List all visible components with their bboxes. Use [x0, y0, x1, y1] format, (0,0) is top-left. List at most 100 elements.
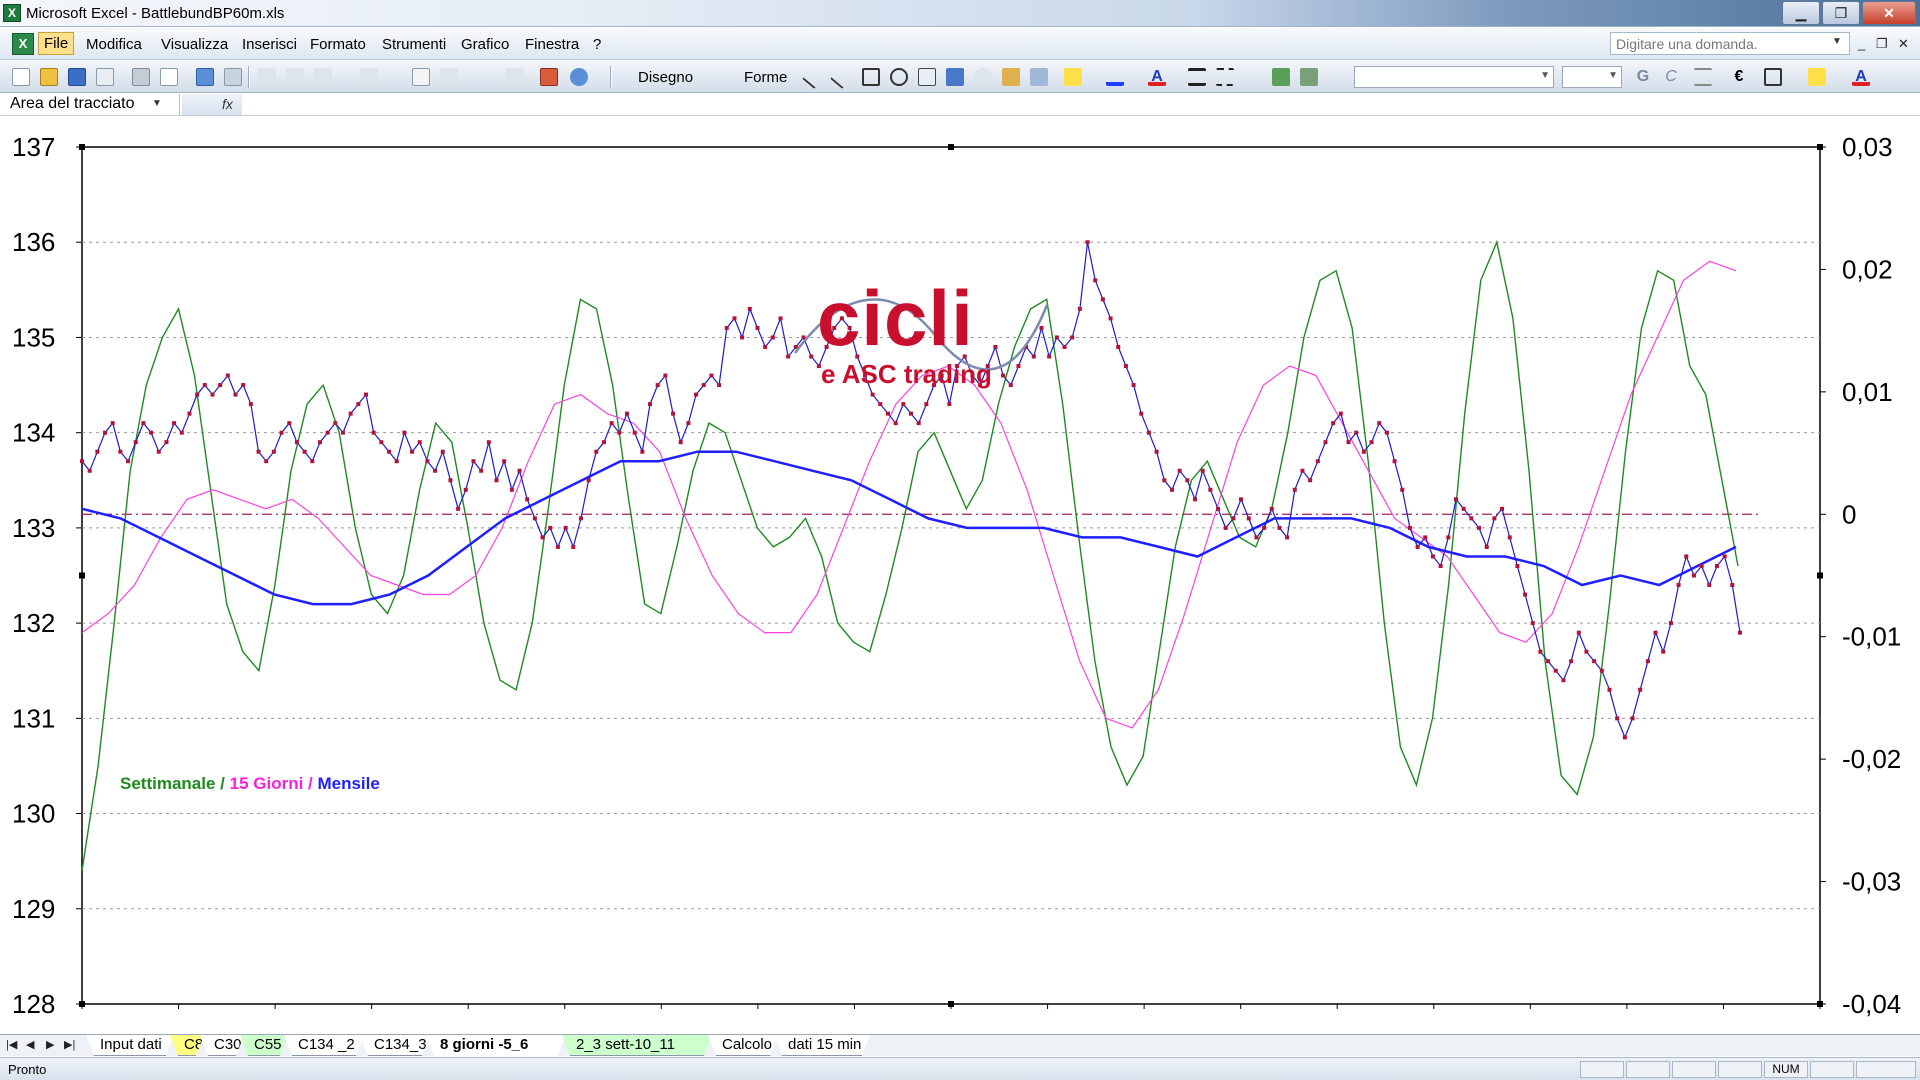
sheet-tab[interactable]: Input dati: [86, 1035, 174, 1056]
sheet-tab[interactable]: C8: [170, 1035, 204, 1056]
clipart-icon[interactable]: [1002, 68, 1020, 86]
picture-icon[interactable]: [1030, 68, 1048, 86]
ask-question-input[interactable]: Digitare una domanda.: [1610, 32, 1850, 55]
bold-icon[interactable]: G: [1634, 68, 1652, 86]
print-icon[interactable]: [132, 68, 150, 86]
autosum-icon[interactable]: [440, 68, 458, 86]
chart-wizard-icon[interactable]: [540, 68, 558, 86]
sheet-tab[interactable]: C55: [240, 1035, 288, 1056]
minimize-button[interactable]: ▁: [1782, 1, 1820, 25]
font-color-icon[interactable]: A: [1148, 68, 1166, 86]
status-cell: [1856, 1061, 1916, 1078]
workbook-icon[interactable]: X: [12, 33, 34, 55]
maximize-button[interactable]: ❐: [1822, 1, 1860, 25]
chart-area[interactable]: 137 136 135 134 133 132 131 130 129 128 0,03 0,02 0,…: [0, 117, 1920, 1035]
3d-icon[interactable]: [1300, 68, 1318, 86]
select-arrow-icon[interactable]: [712, 68, 726, 86]
chevron-down-icon[interactable]: ▼: [152, 98, 162, 109]
menu-help[interactable]: ?: [589, 34, 605, 55]
align-icon[interactable]: [1694, 68, 1712, 86]
next-sheet-icon[interactable]: ▶: [46, 1038, 54, 1051]
font-name-select[interactable]: ▼: [1354, 66, 1554, 88]
prev-sheet-icon[interactable]: ◀: [26, 1038, 34, 1051]
fill-color-icon-2[interactable]: [1808, 68, 1826, 86]
paste-icon[interactable]: [314, 68, 332, 86]
menu-modifica[interactable]: Modifica: [82, 34, 146, 55]
close-button[interactable]: ✕: [1862, 1, 1916, 25]
rectangle-icon[interactable]: [862, 68, 880, 86]
font-color-icon-2[interactable]: A: [1852, 68, 1870, 86]
workbook-restore-button[interactable]: ❐: [1876, 36, 1888, 52]
status-cell: [1580, 1061, 1624, 1078]
italic-icon[interactable]: C: [1662, 68, 1680, 86]
price-point: [1193, 497, 1198, 502]
line-icon[interactable]: [802, 64, 826, 90]
y-left-tick-label: 135: [12, 322, 55, 352]
first-sheet-icon[interactable]: |◀: [6, 1038, 17, 1051]
price-point: [302, 449, 307, 454]
price-point: [1622, 735, 1627, 740]
fill-color-icon[interactable]: [1064, 68, 1082, 86]
font-size-select[interactable]: ▼: [1562, 66, 1622, 88]
open-icon[interactable]: [40, 68, 58, 86]
line-style-icon[interactable]: [1188, 68, 1206, 86]
sheet-tab[interactable]: C134 _2: [284, 1035, 364, 1056]
workbook-minimize-button[interactable]: _: [1858, 36, 1865, 51]
sheet-tab[interactable]: Calcolo: [708, 1035, 778, 1056]
undo-icon[interactable]: [360, 68, 378, 86]
price-point: [1377, 421, 1382, 426]
chevron-down-icon: ▼: [1540, 70, 1550, 81]
chevron-down-icon[interactable]: ▼: [1832, 36, 1842, 47]
price-point: [1430, 554, 1435, 559]
logo-subtext: e ASC trading: [821, 359, 992, 389]
permission-icon[interactable]: [96, 68, 114, 86]
menu-file[interactable]: File: [38, 32, 75, 55]
new-icon[interactable]: [12, 68, 30, 86]
line-color-icon[interactable]: [1106, 68, 1124, 86]
borders-icon[interactable]: [1764, 68, 1782, 86]
arrow-icon[interactable]: [830, 64, 854, 90]
dash-style-icon[interactable]: [1216, 68, 1234, 86]
help-icon[interactable]: [570, 68, 588, 86]
diagram-icon[interactable]: [974, 68, 992, 86]
menu-finestra[interactable]: Finestra: [521, 34, 583, 55]
menu-formato[interactable]: Formato: [306, 34, 370, 55]
price-point: [763, 344, 768, 349]
copy-icon[interactable]: [286, 68, 304, 86]
save-icon[interactable]: [68, 68, 86, 86]
sheet-tab[interactable]: 2_3 sett-10_11 Sett: [562, 1035, 712, 1056]
price-point: [486, 440, 491, 445]
last-sheet-icon[interactable]: ▶|: [64, 1038, 75, 1051]
oval-icon[interactable]: [890, 68, 908, 86]
sheet-tab[interactable]: dati 15 min: [774, 1035, 870, 1056]
arrow-style-icon[interactable]: [1244, 68, 1262, 86]
menu-visualizza[interactable]: Visualizza: [157, 34, 232, 55]
euro-icon[interactable]: €: [1730, 68, 1748, 86]
chart-svg[interactable]: 137 136 135 134 133 132 131 130 129 128 0,03 0,02 0,…: [0, 117, 1920, 1035]
price-point: [1185, 478, 1190, 483]
menu-inserisci[interactable]: Inserisci: [238, 34, 301, 55]
disegno-menu[interactable]: Disegno: [638, 69, 693, 86]
sheet-tab[interactable]: C134_3: [360, 1035, 430, 1056]
sheet-tab[interactable]: C30: [200, 1035, 244, 1056]
fx-icon[interactable]: fx: [222, 96, 233, 112]
wordart-icon[interactable]: [946, 68, 964, 86]
workbook-close-button[interactable]: ✕: [1898, 36, 1909, 52]
print-preview-icon[interactable]: [160, 68, 178, 86]
sheet-tab[interactable]: 8 giorni -5_6 Sett: [426, 1035, 566, 1056]
shadow-icon[interactable]: [1272, 68, 1290, 86]
textbox-icon[interactable]: [918, 68, 936, 86]
price-point: [586, 478, 591, 483]
price-point: [248, 402, 253, 407]
research-icon[interactable]: [224, 68, 242, 86]
price-point: [241, 383, 246, 388]
hyperlink-icon[interactable]: [412, 68, 430, 86]
menu-strumenti[interactable]: Strumenti: [378, 34, 450, 55]
price-point: [678, 440, 683, 445]
sort-icon[interactable]: [506, 68, 524, 86]
spelling-icon[interactable]: [196, 68, 214, 86]
forme-menu[interactable]: Forme: [744, 69, 787, 86]
cut-icon[interactable]: [258, 68, 276, 86]
menu-grafico[interactable]: Grafico: [457, 34, 513, 55]
excel-app-icon[interactable]: X: [3, 4, 21, 22]
